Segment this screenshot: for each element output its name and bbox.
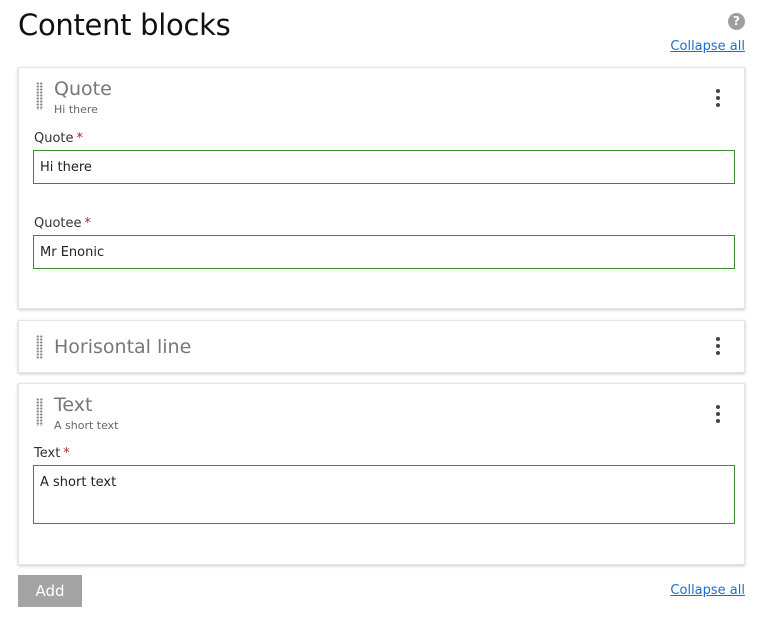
page-title: Content blocks: [18, 8, 231, 42]
required-mark: *: [76, 131, 84, 146]
content-block-quote: Quote Hi there Quote* Quotee*: [18, 67, 745, 309]
help-icon[interactable]: ?: [728, 13, 745, 30]
block-subtitle: Hi there: [54, 103, 98, 116]
required-mark: *: [84, 216, 92, 231]
quote-input[interactable]: [33, 150, 735, 184]
required-mark: *: [63, 446, 70, 461]
drag-handle-icon[interactable]: [36, 335, 43, 359]
collapse-all-link-bottom[interactable]: Collapse all: [670, 583, 745, 598]
field-label-text: Text *: [34, 446, 70, 461]
more-vertical-icon[interactable]: [714, 405, 722, 427]
field-label-quote: Quote *: [34, 131, 84, 146]
drag-handle-icon[interactable]: [36, 82, 43, 110]
content-block-text: Text A short text Text * A short text: [18, 383, 745, 565]
block-title[interactable]: Quote: [54, 78, 112, 100]
quotee-input[interactable]: [33, 235, 735, 269]
field-label-quotee: Quotee *: [34, 216, 92, 231]
block-title[interactable]: Horisontal line: [54, 336, 191, 358]
add-button[interactable]: Add: [18, 575, 82, 607]
collapse-all-link-top[interactable]: Collapse all: [670, 39, 745, 54]
drag-handle-icon[interactable]: [36, 398, 43, 426]
content-block-horisontal-line: Horisontal line: [18, 320, 745, 373]
block-title[interactable]: Text: [54, 394, 92, 416]
text-textarea[interactable]: A short text: [33, 465, 735, 524]
block-subtitle: A short text: [54, 419, 119, 432]
more-vertical-icon[interactable]: [714, 89, 722, 111]
more-vertical-icon[interactable]: [714, 337, 722, 359]
